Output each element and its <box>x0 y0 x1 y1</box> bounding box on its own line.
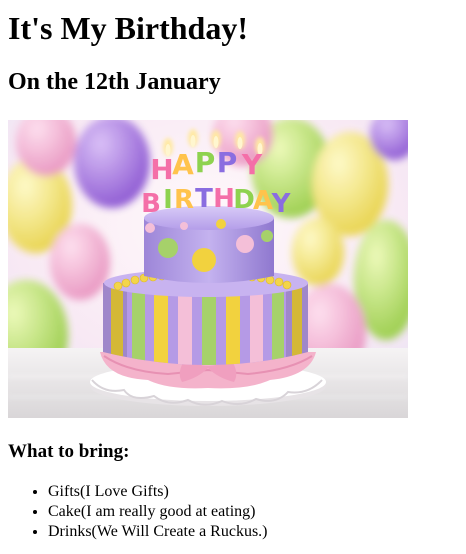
candle-letter: B <box>141 189 161 219</box>
candle-letter: Y <box>271 189 292 219</box>
candle-letter: H <box>213 184 235 214</box>
candle-letter: P <box>217 146 238 179</box>
candle-letter: T <box>195 184 213 214</box>
bring-list: Gifts(I Love Gifts) Cake(I am really goo… <box>8 482 268 542</box>
page-title: It's My Birthday! <box>8 10 248 46</box>
list-item: Cake(I am really good at eating) <box>48 502 268 522</box>
candle-letter: D <box>233 185 255 215</box>
candle-letter: P <box>195 146 216 179</box>
bring-heading: What to bring: <box>8 441 130 462</box>
candle-letter: R <box>174 185 194 215</box>
list-item: Gifts(I Love Gifts) <box>48 482 268 502</box>
page-subtitle: On the 12th January <box>8 69 221 95</box>
candle-letter: A <box>172 148 194 181</box>
list-item: Drinks(We Will Create a Ruckus.) <box>48 522 268 542</box>
candle-letter: Y <box>241 148 263 181</box>
birthday-cake-image: H A P P Y B I R T H D A Y <box>8 120 408 418</box>
candle-letter: H <box>150 153 173 186</box>
candle-letter: A <box>253 186 273 216</box>
candle-letter: I <box>163 185 173 215</box>
